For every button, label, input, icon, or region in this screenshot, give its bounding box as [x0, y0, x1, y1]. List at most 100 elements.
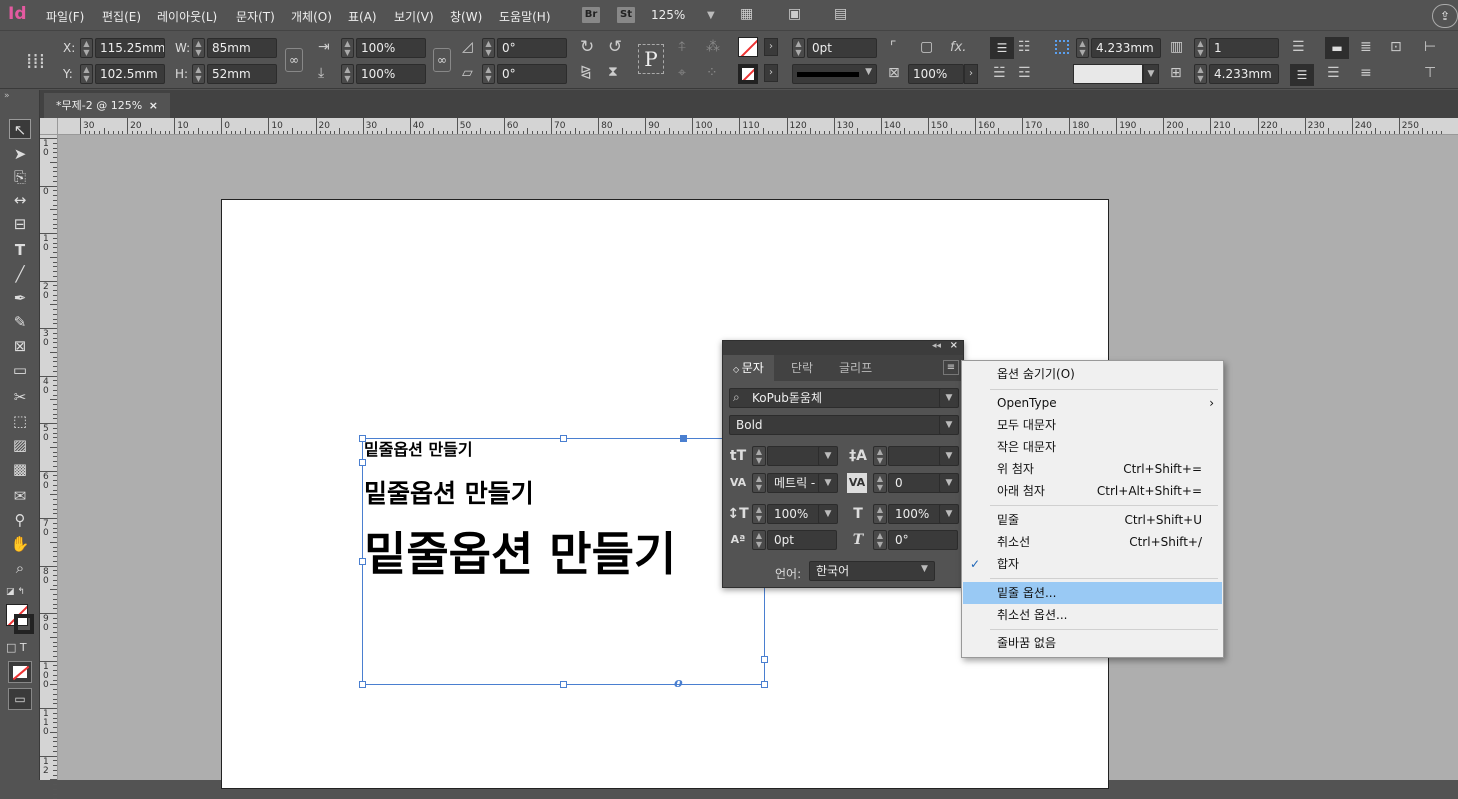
rotate-ccw-icon[interactable]: ↺	[608, 37, 622, 57]
zoom-level[interactable]: 125%	[651, 8, 685, 22]
font-search-icon[interactable]: ⌕	[733, 390, 740, 405]
in-port-handle[interactable]	[680, 435, 687, 442]
tab-glyphs[interactable]: 글리프	[829, 355, 882, 381]
direct-selection-tool-icon[interactable]: ➤	[9, 144, 31, 164]
stroke-swatch-icon[interactable]	[738, 64, 758, 84]
font-style-dropdown-icon[interactable]: ▼	[939, 415, 959, 435]
font-style-field[interactable]: Bold	[729, 415, 943, 435]
bridge-button[interactable]: Br	[582, 7, 600, 23]
scale-x-field[interactable]: 100%	[356, 38, 426, 58]
select-container-icon[interactable]: ⍏	[678, 39, 686, 55]
menu-item-underline-options[interactable]: 밑줄 옵션...	[963, 582, 1222, 604]
scale-y-stepper[interactable]: ▲ ▼	[341, 64, 354, 84]
collapse-panel-icon[interactable]: ◂◂	[932, 341, 941, 351]
h-stepper[interactable]: ▲ ▼	[192, 64, 205, 84]
h-field[interactable]: 52mm	[207, 64, 277, 84]
font-size-stepper[interactable]: ▲ ▼	[752, 446, 766, 466]
align-objects-left-icon[interactable]: ⊢	[1424, 39, 1436, 55]
tab-paragraph[interactable]: 단락	[781, 355, 823, 381]
gutter-field[interactable]: 4.233mm	[1209, 64, 1279, 84]
vertical-scale-dropdown-icon[interactable]: ▼	[818, 504, 838, 524]
menu-item-all-caps[interactable]: 모두 대문자	[963, 414, 1222, 436]
rectangle-tool-icon[interactable]: ▭	[9, 360, 31, 380]
menu-type[interactable]: 문자(T)	[236, 8, 275, 25]
select-next-icon[interactable]: ⁘	[706, 65, 718, 81]
horizontal-scale-dropdown-icon[interactable]: ▼	[939, 504, 959, 524]
frame-handle-bc[interactable]	[560, 681, 567, 688]
scissors-tool-icon[interactable]: ✂	[9, 387, 31, 407]
apply-none-icon[interactable]	[8, 661, 32, 683]
menu-item-opentype[interactable]: OpenType ›	[963, 392, 1222, 414]
baseline-shift-field[interactable]: 0pt	[767, 530, 837, 550]
flip-horizontal-icon[interactable]: ⧎	[580, 64, 592, 80]
opacity-chevron-icon[interactable]: ›	[964, 64, 978, 84]
shear-field[interactable]: 0°	[497, 64, 567, 84]
stroke-menu-chevron-icon[interactable]: ›	[764, 64, 778, 82]
expand-toolbox-icon[interactable]: »	[4, 91, 10, 101]
x-field[interactable]: 115.25mm	[95, 38, 165, 58]
fitting-frame-icon[interactable]: ⊡	[1390, 39, 1402, 55]
flip-vertical-icon[interactable]: ⧗	[608, 64, 618, 80]
leading-dropdown-icon[interactable]: ▼	[939, 446, 959, 466]
drop-shadow-icon[interactable]: ▢	[920, 39, 933, 55]
frame-handle-bl[interactable]	[359, 681, 366, 688]
stroke-style-select[interactable]	[1073, 64, 1143, 84]
font-family-dropdown-icon[interactable]: ▼	[939, 388, 959, 408]
ruler-origin[interactable]	[40, 118, 58, 135]
frame-handle-tc[interactable]	[560, 435, 567, 442]
gap-tool-icon[interactable]: ↔	[9, 190, 31, 210]
shear-stepper[interactable]: ▲ ▼	[482, 64, 495, 84]
stock-button[interactable]: St	[617, 7, 635, 23]
gradient-feather-tool-icon[interactable]: ▩	[9, 459, 31, 479]
corner-options-icon[interactable]: ⌜	[890, 39, 897, 55]
menu-item-strikethrough-options[interactable]: 취소선 옵션...	[963, 604, 1222, 626]
chevron-down-icon[interactable]: ▼	[707, 10, 715, 21]
gap-stepper[interactable]: ▲ ▼	[1076, 38, 1089, 58]
fill-menu-chevron-icon[interactable]: ›	[764, 38, 778, 56]
language-chevron-down-icon[interactable]: ▼	[921, 564, 928, 574]
close-icon[interactable]: ×	[149, 93, 158, 118]
free-transform-tool-icon[interactable]: ⬚	[9, 411, 31, 431]
menu-window[interactable]: 창(W)	[450, 8, 482, 25]
page-tool-icon[interactable]: ⎘	[9, 167, 31, 187]
note-tool-icon[interactable]: ✉	[9, 486, 31, 506]
auto-fit-icon[interactable]	[1055, 40, 1069, 54]
hand-tool-icon[interactable]: ✋	[9, 534, 31, 554]
default-fill-stroke-icon[interactable]: ◪ ↰	[6, 587, 25, 597]
skew-stepper[interactable]: ▲ ▼	[873, 530, 887, 550]
document-tab[interactable]: *무제-2 @ 125% ×	[44, 93, 170, 118]
formatting-container-icon[interactable]: □ T	[6, 641, 27, 654]
menu-object[interactable]: 개체(O)	[291, 8, 332, 25]
screen-mode-normal-icon[interactable]: ▭	[8, 688, 32, 710]
pencil-tool-icon[interactable]: ✎	[9, 312, 31, 332]
text-frame-align-center-icon[interactable]: ☷	[1018, 39, 1031, 55]
y-field[interactable]: 102.5mm	[95, 64, 165, 84]
menu-item-ligatures[interactable]: ✓ 합자	[963, 553, 1222, 575]
font-family-field[interactable]: KoPub돋움체	[729, 388, 943, 408]
language-select[interactable]: 한국어	[809, 561, 935, 581]
text-wrap-none-icon[interactable]: ▬	[1325, 37, 1349, 59]
rotate-field[interactable]: 0°	[497, 38, 567, 58]
paragraph-icon[interactable]: P	[638, 44, 664, 74]
y-stepper[interactable]: ▲ ▼	[80, 64, 93, 84]
corner-option-icon[interactable]: o	[674, 676, 683, 691]
horizontal-ruler[interactable]: 30 20 10 0 10 20 30 40 50 60 70 80 90 100 110 120 130 140…	[58, 118, 1458, 135]
span-columns-icon[interactable]: ☰	[1292, 39, 1305, 55]
text-frame-justify-icon[interactable]: ☲	[1018, 65, 1031, 81]
tracking-stepper[interactable]: ▲ ▼	[873, 473, 887, 493]
align-left-icon[interactable]: ☰	[1290, 64, 1314, 86]
text-frame-align-bottom-icon[interactable]: ☱	[993, 65, 1006, 81]
gradient-swatch-tool-icon[interactable]: ▨	[9, 435, 31, 455]
frame-handle-mr[interactable]	[761, 656, 768, 663]
gap-field[interactable]: 4.233mm	[1091, 38, 1161, 58]
text-wrap-box-icon[interactable]: ☰	[1327, 65, 1340, 81]
pen-tool-icon[interactable]: ✒	[9, 288, 31, 308]
canvas-text-line-1[interactable]: 밑줄옵션 만들기	[364, 436, 473, 460]
vertical-ruler[interactable]: 1 0 0 1 0 2 0 3 0 4 0 5 0 6 0 7 0 8 0 9 0 1 0 0 1 1 …	[40, 135, 58, 799]
reference-point-icon[interactable]: ⁞⁞⁞	[26, 49, 45, 73]
scale-y-field[interactable]: 100%	[356, 64, 426, 84]
arrange-documents-icon[interactable]: ▤	[834, 6, 847, 22]
menu-item-small-caps[interactable]: 작은 대문자	[963, 436, 1222, 458]
frame-handle-inport[interactable]	[359, 459, 366, 466]
eyedropper-tool-icon[interactable]: ⚲	[9, 510, 31, 530]
